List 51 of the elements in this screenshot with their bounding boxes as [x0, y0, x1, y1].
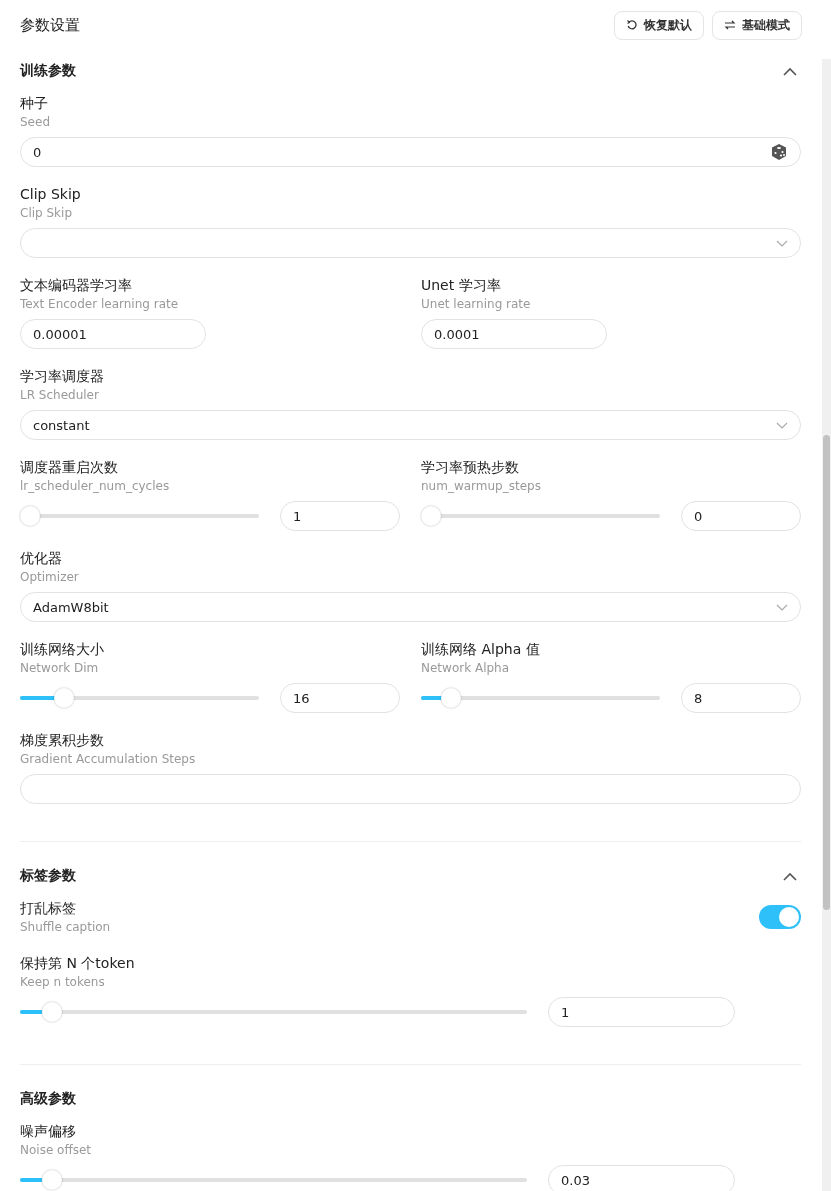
field-label: 种子: [20, 94, 49, 113]
reset-button[interactable]: 恢复默认: [614, 10, 704, 40]
mode-button[interactable]: 基础模式: [712, 10, 802, 40]
dice-icon[interactable]: [770, 143, 788, 161]
field-sublabel: num_warmup_steps: [421, 478, 542, 495]
scrollbar[interactable]: [822, 59, 831, 1191]
slider[interactable]: [20, 505, 259, 527]
field-label: Clip Skip: [20, 185, 82, 204]
field-label: 优化器: [20, 549, 63, 568]
field-sublabel: Gradient Accumulation Steps: [20, 751, 197, 768]
field-label: 打乱标签: [20, 899, 77, 918]
field-sublabel: Noise offset: [20, 1142, 93, 1159]
field-sublabel: Network Alpha: [421, 660, 511, 677]
field-sublabel: LR Scheduler: [20, 387, 100, 404]
field-label: 训练网络大小: [20, 640, 105, 659]
chevron-down-icon: [776, 239, 788, 247]
field-sublabel: Network Dim: [20, 660, 100, 677]
toggle-switch[interactable]: [759, 905, 801, 929]
chevron-down-icon: [776, 421, 788, 429]
field-label: 调度器重启次数: [20, 458, 119, 477]
field-sublabel: Clip Skip: [20, 205, 73, 222]
field-sublabel: Seed: [20, 114, 51, 131]
chevron-down-icon: [776, 603, 788, 611]
page-title: 参数设置: [20, 15, 80, 35]
slider[interactable]: [421, 687, 660, 709]
field-label: 噪声偏移: [20, 1122, 77, 1141]
slider[interactable]: [20, 1169, 527, 1191]
slider[interactable]: [20, 1001, 527, 1023]
field-sublabel: Unet learning rate: [421, 296, 532, 313]
slider[interactable]: [20, 687, 259, 709]
field-label: 文本编码器学习率: [20, 276, 133, 295]
field-label: 保持第 N 个token: [20, 954, 136, 973]
field-label: 梯度累积步数: [20, 731, 105, 750]
field-sublabel: Text Encoder learning rate: [20, 296, 180, 313]
section-title: 训练参数: [20, 62, 76, 80]
undo-icon: [626, 19, 638, 31]
section-title: 高级参数: [20, 1090, 76, 1108]
section-title: 标签参数: [20, 867, 76, 885]
field-sublabel: lr_scheduler_num_cycles: [20, 478, 171, 495]
field-sublabel: Shuffle caption: [20, 919, 111, 936]
field-label: 训练网络 Alpha 值: [421, 640, 541, 659]
collapse-icon[interactable]: [783, 66, 797, 76]
field-sublabel: Optimizer: [20, 569, 80, 586]
field-label: 学习率调度器: [20, 367, 105, 386]
field-label: Unet 学习率: [421, 276, 502, 295]
slider[interactable]: [421, 505, 660, 527]
collapse-icon[interactable]: [783, 871, 797, 881]
swap-icon: [724, 19, 736, 31]
field-label: 学习率预热步数: [421, 458, 520, 477]
field-sublabel: Keep n tokens: [20, 974, 106, 991]
scrollbar-thumb[interactable]: [823, 435, 830, 910]
